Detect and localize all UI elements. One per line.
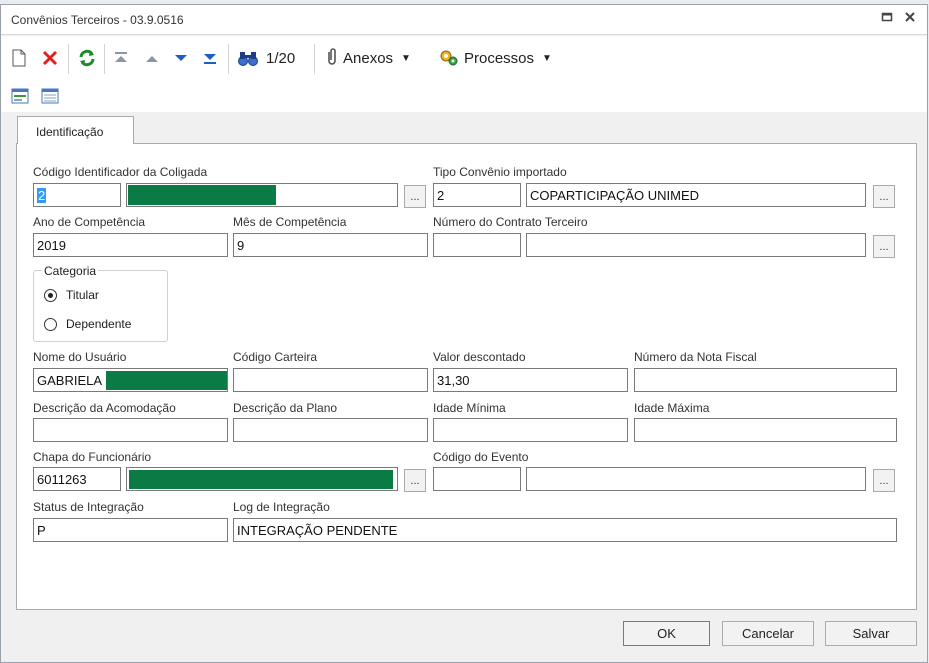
redacted-block [128, 185, 276, 205]
radio-dependente-label: Dependente [66, 317, 132, 331]
tipo-convenio-lookup-button[interactable]: ... [873, 185, 895, 208]
attachments-menu[interactable]: Anexos ▼ [325, 47, 411, 69]
redacted-block [129, 470, 393, 489]
last-record-icon[interactable] [202, 47, 218, 69]
toolbar-separator [104, 44, 105, 74]
numero-contrato-description-input[interactable] [526, 233, 866, 257]
valor-descontado-input[interactable]: 31,30 [433, 368, 628, 392]
chevron-down-icon: ▼ [542, 52, 552, 64]
radio-titular[interactable]: Titular [44, 288, 99, 302]
toolbar-separator [228, 44, 229, 74]
valor-descontado-label: Valor descontado [433, 350, 526, 364]
log-integracao-input[interactable]: INTEGRAÇÃO PENDENTE [233, 518, 897, 542]
restore-icon[interactable] [881, 11, 893, 26]
numero-contrato-code-input[interactable] [433, 233, 521, 257]
title-bar: Convênios Terceiros - 03.9.0516 [1, 5, 927, 35]
descricao-acomodacao-input[interactable] [33, 418, 228, 442]
descricao-plano-input[interactable] [233, 418, 428, 442]
processes-label: Processos [464, 49, 535, 67]
codigo-evento-lookup-button[interactable]: ... [873, 469, 895, 492]
tipo-convenio-label: Tipo Convênio importado [433, 165, 567, 179]
status-integracao-label: Status de Integração [33, 500, 144, 514]
radio-selected-icon [44, 288, 57, 302]
tipo-convenio-description-input[interactable]: COPARTICIPAÇÃO UNIMED [526, 183, 866, 207]
idade-minima-input[interactable] [433, 418, 628, 442]
list-view-icon[interactable] [41, 88, 59, 107]
tipo-convenio-code-input[interactable]: 2 [433, 183, 521, 207]
mes-competencia-input[interactable]: 9 [233, 233, 428, 257]
codigo-carteira-label: Código Carteira [233, 350, 318, 364]
toolbar: 1/20 Anexos ▼ Processos ▼ [1, 36, 927, 82]
delete-icon[interactable] [41, 47, 59, 69]
categoria-label: Categoria [42, 264, 99, 278]
previous-record-icon[interactable] [144, 47, 160, 69]
search-binoculars-icon[interactable] [237, 47, 259, 69]
record-counter: 1/20 [266, 49, 296, 67]
tab-identificacao-label: Identificação [36, 125, 104, 139]
ano-competencia-label: Ano de Competência [33, 215, 146, 229]
chapa-funcionario-input[interactable]: 6011263 [33, 467, 121, 491]
numero-nota-fiscal-input[interactable] [634, 368, 897, 392]
processes-menu[interactable]: Processos ▼ [439, 47, 552, 69]
save-button[interactable]: Salvar [825, 621, 917, 646]
refresh-icon[interactable] [77, 47, 97, 69]
tab-identificacao[interactable]: Identificação [17, 116, 134, 144]
paperclip-icon [325, 47, 339, 69]
cancel-button[interactable]: Cancelar [722, 621, 814, 646]
view-toolbar [1, 82, 927, 112]
descricao-acomodacao-label: Descrição da Acomodação [33, 401, 176, 415]
chevron-down-icon: ▼ [401, 52, 411, 64]
numero-nota-fiscal-label: Número da Nota Fiscal [634, 350, 757, 364]
next-record-icon[interactable] [173, 47, 189, 69]
codigo-coligada-label: Código Identificador da Coligada [33, 165, 208, 179]
processes-icon [439, 48, 459, 69]
close-icon[interactable] [904, 11, 916, 26]
idade-maxima-input[interactable] [634, 418, 897, 442]
radio-titular-label: Titular [66, 288, 99, 302]
first-record-icon[interactable] [113, 47, 129, 69]
codigo-evento-description-input[interactable] [526, 467, 866, 491]
status-integracao-input[interactable]: P [33, 518, 228, 542]
idade-maxima-label: Idade Máxima [634, 401, 710, 415]
log-integracao-label: Log de Integração [233, 500, 330, 514]
toolbar-separator [68, 44, 69, 74]
chapa-lookup-button[interactable]: ... [404, 469, 426, 492]
numero-contrato-lookup-button[interactable]: ... [873, 235, 895, 258]
form-view-icon[interactable] [11, 88, 29, 107]
codigo-coligada-value: 2 [37, 188, 47, 203]
codigo-carteira-input[interactable] [233, 368, 428, 392]
toolbar-separator [314, 44, 315, 74]
window-title: Convênios Terceiros - 03.9.0516 [11, 13, 184, 27]
categoria-group [33, 270, 168, 342]
codigo-evento-label: Código do Evento [433, 450, 529, 464]
idade-minima-label: Idade Mínima [433, 401, 506, 415]
codigo-coligada-input[interactable]: 2 [33, 183, 121, 207]
attachments-label: Anexos [343, 49, 394, 67]
nome-usuario-label: Nome do Usuário [33, 350, 127, 364]
mes-competencia-label: Mês de Competência [233, 215, 347, 229]
ano-competencia-input[interactable]: 2019 [33, 233, 228, 257]
codigo-evento-code-input[interactable] [433, 467, 521, 491]
radio-dependente[interactable]: Dependente [44, 317, 131, 331]
numero-contrato-label: Número do Contrato Terceiro [433, 215, 588, 229]
descricao-plano-label: Descrição da Plano [233, 401, 338, 415]
redacted-block [106, 371, 227, 390]
ok-button[interactable]: OK [623, 621, 710, 646]
chapa-funcionario-label: Chapa do Funcionário [33, 450, 152, 464]
new-document-icon[interactable] [11, 47, 27, 69]
radio-unselected-icon [44, 317, 57, 331]
coligada-lookup-button[interactable]: ... [404, 185, 426, 208]
